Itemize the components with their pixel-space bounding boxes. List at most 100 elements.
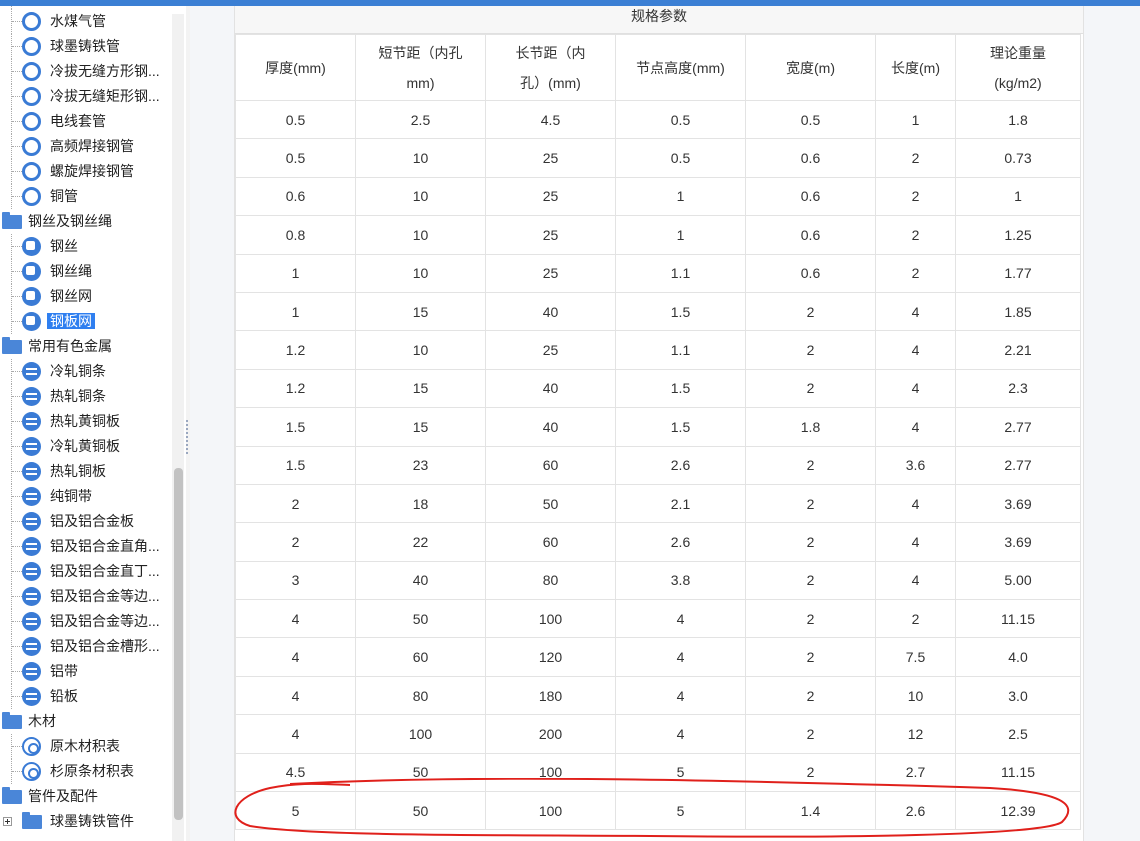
table-cell: 4 — [875, 522, 956, 562]
tree-branch-line — [12, 746, 22, 747]
table-cell: 4 — [615, 599, 746, 639]
tree-item[interactable]: 铅板 — [0, 684, 172, 709]
tree-item[interactable]: 钢板网 — [0, 309, 172, 334]
table-cell: 1 — [875, 99, 956, 140]
tree-branch-line — [12, 671, 22, 672]
tree-item[interactable]: 热轧黄铜板 — [0, 409, 172, 434]
tree-item[interactable]: 纯铜带 — [0, 484, 172, 509]
tree-item[interactable]: 铜管 — [0, 184, 172, 209]
tree-item[interactable]: 冷拔无缝矩形钢... — [0, 84, 172, 109]
bars-item-icon — [22, 412, 41, 431]
spec-table: 厚度(mm) 短节距（内孔 mm) 长节距（内 孔）(mm) 节点高度(mm) 宽度(m) 长… — [235, 34, 1081, 831]
tree-item[interactable]: 冷拔无缝方形钢... — [0, 59, 172, 84]
sidebar-scrollbar-thumb[interactable] — [174, 468, 183, 820]
column-header-line: 长节距（内 — [515, 44, 586, 61]
tree-item[interactable]: 冷轧黄铜板 — [0, 434, 172, 459]
tree-category[interactable]: 管件及配件 — [0, 784, 172, 809]
table-cell: 1.4 — [745, 791, 876, 831]
table-cell: 0.6 — [745, 215, 876, 255]
tree-item[interactable]: 热轧铜条 — [0, 384, 172, 409]
table-cell: 4 — [875, 330, 956, 370]
tree-item[interactable]: 铝带 — [0, 659, 172, 684]
tree-item[interactable]: 水煤气管 — [0, 9, 172, 34]
column-header-line: 短节距（内孔 — [378, 44, 463, 61]
column-header: 理论重量 (kg/m2) — [955, 34, 1081, 101]
tree-item[interactable]: 铝及铝合金槽形... — [0, 634, 172, 659]
tree-item[interactable]: 铝及铝合金等边... — [0, 609, 172, 634]
bars-item-icon — [22, 437, 41, 456]
splitter-grip-icon[interactable] — [186, 420, 189, 454]
tree-item-label: 螺旋焊接钢管 — [50, 163, 134, 179]
tree-item-label: 冷拔无缝矩形钢... — [50, 88, 160, 104]
table-cell: 4 — [615, 637, 746, 677]
table-cell: 1 — [235, 291, 356, 332]
tree-item[interactable]: 冷轧铜条 — [0, 359, 172, 384]
tree-item[interactable]: 原木材积表 — [0, 734, 172, 759]
ring-item-icon — [22, 37, 41, 56]
table-cell: 4.5 — [235, 752, 356, 793]
category-tree: 铜铁管水煤气管球墨铸铁管冷拔无缝方形钢...冷拔无缝矩形钢...电线套管高频焊接… — [0, 6, 172, 834]
table-cell: 2 — [745, 291, 876, 332]
table-cell: 1.8 — [745, 407, 876, 447]
tree-item-label: 球墨铸铁管 — [50, 38, 120, 54]
table-cell: 1.77 — [955, 253, 1081, 293]
tree-item[interactable]: 钢丝绳 — [0, 259, 172, 284]
tree-category[interactable]: 木材 — [0, 709, 172, 734]
table-cell: 60 — [485, 445, 616, 485]
table-cell: 1.1 — [615, 330, 746, 370]
table-cell: 2 — [745, 637, 876, 677]
tree-item[interactable]: 铝及铝合金板 — [0, 509, 172, 534]
table-cell: 1.2 — [235, 368, 356, 409]
tree-subcategory[interactable]: 球墨铸铁管件 — [0, 809, 172, 834]
table-row: 1 15 40 1.5 2 4 1.85 — [235, 291, 1081, 332]
tree-item[interactable]: 铝及铝合金直丁... — [0, 559, 172, 584]
ring-item-icon — [22, 112, 41, 131]
tree-item[interactable]: 钢丝 — [0, 234, 172, 259]
table-cell: 12.39 — [955, 791, 1081, 831]
table-cell: 2.1 — [615, 483, 746, 524]
table-cell: 2 — [745, 599, 876, 639]
table-cell: 3.6 — [875, 445, 956, 485]
tree-item-label: 热轧铜条 — [50, 388, 106, 404]
tree-category[interactable]: 常用有色金属 — [0, 334, 172, 359]
tree-item[interactable]: 杉原条材积表 — [0, 759, 172, 784]
bars-item-icon — [22, 537, 41, 556]
table-cell: 4 — [875, 407, 956, 447]
gear-item-icon — [22, 762, 41, 781]
ring-item-icon — [22, 187, 41, 206]
table-cell: 18 — [355, 483, 486, 524]
column-header: 节点高度(mm) — [615, 34, 746, 101]
tree-category[interactable]: 钢丝及钢丝绳 — [0, 209, 172, 234]
table-cell: 7.5 — [875, 637, 956, 677]
table-cell: 60 — [355, 637, 486, 677]
table-cell: 50 — [355, 599, 486, 639]
table-row: 1.5 15 40 1.5 1.8 4 2.77 — [235, 407, 1081, 447]
column-header: 长度(m) — [875, 34, 956, 101]
tree-item[interactable]: 热轧铜板 — [0, 459, 172, 484]
table-cell: 1 — [235, 253, 356, 293]
table-cell: 4 — [235, 675, 356, 716]
table-cell: 80 — [355, 675, 486, 716]
tree-item[interactable]: 螺旋焊接钢管 — [0, 159, 172, 184]
table-cell: 2.6 — [615, 522, 746, 562]
tree-item[interactable]: 钢丝网 — [0, 284, 172, 309]
tree-branch-line — [12, 21, 22, 22]
table-cell: 2 — [875, 138, 956, 178]
bars-item-icon — [22, 387, 41, 406]
tree-item[interactable]: 铝及铝合金直角... — [0, 534, 172, 559]
tree-item-label: 纯铜带 — [50, 488, 92, 504]
tree-item[interactable]: 电线套管 — [0, 109, 172, 134]
tree-item-label: 铝及铝合金等边... — [50, 613, 160, 629]
tree-item[interactable]: 球墨铸铁管 — [0, 34, 172, 59]
table-cell: 1.1 — [615, 253, 746, 293]
table-row: 4 80 180 4 2 10 3.0 — [235, 675, 1081, 716]
expand-plus-icon[interactable] — [3, 817, 12, 826]
tree-item-label: 铝及铝合金槽形... — [50, 638, 160, 654]
column-header: 短节距（内孔 mm) — [355, 34, 486, 101]
table-cell: 4 — [875, 483, 956, 524]
chip-item-icon — [22, 312, 41, 331]
tree-item[interactable]: 高频焊接钢管 — [0, 134, 172, 159]
tree-branch-line — [12, 321, 22, 322]
column-header: 长节距（内 孔）(mm) — [485, 34, 616, 101]
tree-item[interactable]: 铝及铝合金等边... — [0, 584, 172, 609]
